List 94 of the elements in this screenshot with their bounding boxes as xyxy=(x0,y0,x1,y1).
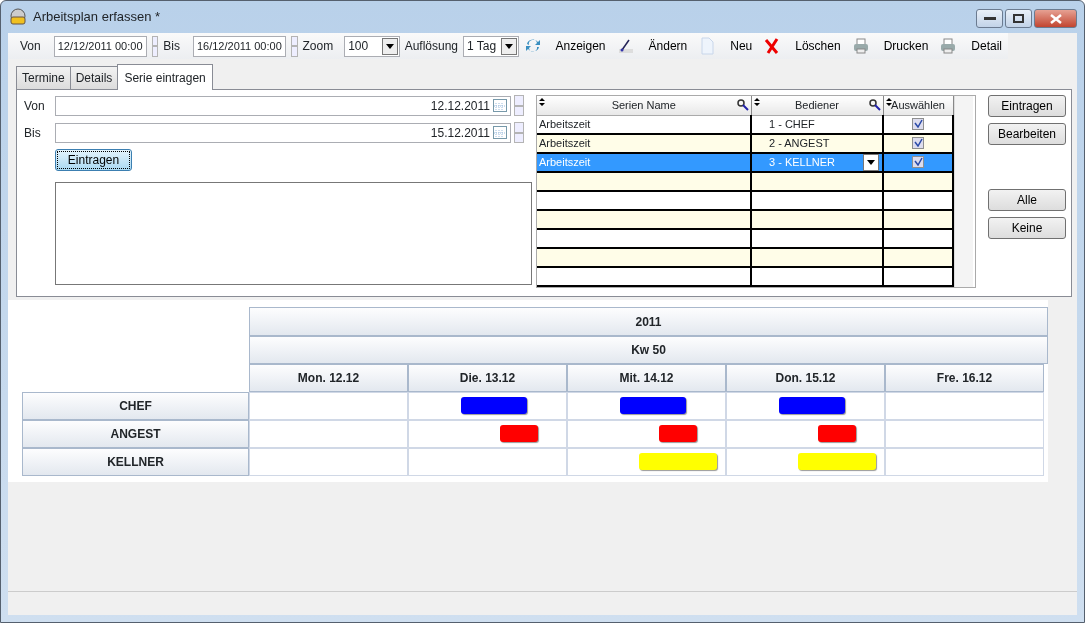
spin-button[interactable] xyxy=(514,122,524,143)
schedule-cell[interactable] xyxy=(726,420,885,448)
maximize-button[interactable] xyxy=(1005,9,1032,28)
window-title: Arbeitsplan erfassen * xyxy=(33,8,161,27)
field-label: Von xyxy=(24,97,46,115)
header-cell: 2011 xyxy=(249,307,1048,336)
toolbar-button[interactable]: Ändern xyxy=(616,37,694,55)
date-value: 12.12.2011 xyxy=(430,97,490,115)
row-header: KELLNER xyxy=(22,448,249,476)
toolbar-button[interactable]: Drucken xyxy=(851,37,935,55)
table-cell-text: 2 - ANGEST xyxy=(769,136,830,152)
header-cell: Mon. 12.12 xyxy=(249,364,408,392)
close-button[interactable] xyxy=(1034,9,1077,28)
document-icon xyxy=(698,37,717,55)
printer-icon xyxy=(939,37,958,55)
field-label: Zoom xyxy=(302,38,334,55)
side-button[interactable]: Bearbeiten xyxy=(988,123,1066,145)
checkbox[interactable] xyxy=(912,136,924,149)
submit-button[interactable]: Eintragen xyxy=(55,149,132,171)
column-header[interactable]: Bediener xyxy=(751,96,883,115)
schedule-cell[interactable] xyxy=(249,420,408,448)
header-cell: Die. 13.12 xyxy=(408,364,567,392)
table-row[interactable]: Arbeitszeit 2 - ANGEST xyxy=(537,134,953,153)
date-field[interactable]: 15.12.2011 xyxy=(55,122,511,143)
sort-icon[interactable] xyxy=(753,98,760,106)
zoom-combobox[interactable]: 100 xyxy=(344,35,400,57)
tab[interactable]: Termine xyxy=(16,66,71,89)
spin-button[interactable] xyxy=(290,35,298,57)
schedule-cell[interactable] xyxy=(885,392,1044,420)
vertical-scrollbar[interactable] xyxy=(954,96,973,287)
column-header[interactable]: Auswählen xyxy=(883,96,953,115)
schedule-cell[interactable] xyxy=(885,448,1044,476)
spin-button[interactable] xyxy=(514,95,524,116)
minimize-icon xyxy=(983,16,996,21)
schedule-cell[interactable] xyxy=(249,392,408,420)
row-header: ANGEST xyxy=(22,420,249,448)
column-header[interactable]: Serien Name xyxy=(537,96,751,115)
sort-icon[interactable] xyxy=(539,98,545,106)
maximize-icon xyxy=(1013,14,1024,23)
schedule-cell[interactable] xyxy=(408,448,567,476)
tab[interactable]: Serie eintragen xyxy=(117,64,213,90)
side-button[interactable]: Keine xyxy=(988,217,1066,239)
schedule-cell[interactable] xyxy=(885,420,1044,448)
schedule-cell[interactable] xyxy=(567,448,726,476)
resolution-combobox[interactable]: 1 Tag xyxy=(463,35,519,57)
toolbar-button[interactable]: Anzeigen xyxy=(523,37,612,55)
field-label: Bis xyxy=(24,124,42,142)
schedule-cell[interactable] xyxy=(726,448,885,476)
table-cell-text: 1 - CHEF xyxy=(769,117,815,132)
field-label: Bis xyxy=(163,38,180,55)
field-label: Auflösung xyxy=(404,38,459,55)
resolution-value: 1 Tag xyxy=(467,38,497,55)
row-header: CHEF xyxy=(22,392,249,420)
calendar-icon[interactable] xyxy=(493,99,507,112)
calendar-icon[interactable] xyxy=(493,126,507,139)
side-button[interactable]: Eintragen xyxy=(988,95,1066,117)
schedule-cell[interactable] xyxy=(408,392,567,420)
date-field[interactable]: 12/12/2011 00:00 xyxy=(53,35,147,57)
checkbox[interactable] xyxy=(912,117,924,130)
toolbar-button[interactable]: Löschen xyxy=(763,37,847,55)
search-icon[interactable] xyxy=(736,99,749,111)
column-title: Auswählen xyxy=(891,99,945,111)
refresh-icon xyxy=(523,37,542,55)
app-logo-icon xyxy=(9,8,27,26)
printer-icon xyxy=(851,37,870,55)
spin-button[interactable] xyxy=(151,35,159,57)
edit-icon xyxy=(616,37,635,55)
header-cell: Mit. 14.12 xyxy=(567,364,726,392)
text-area[interactable] xyxy=(55,182,532,285)
schedule-cell[interactable] xyxy=(567,392,726,420)
side-button[interactable]: Alle xyxy=(988,189,1066,211)
schedule-cell[interactable] xyxy=(726,392,885,420)
zoom-value: 100 xyxy=(348,38,369,55)
minimize-button[interactable] xyxy=(976,9,1003,28)
column-title: Serien Name xyxy=(611,99,676,111)
header-cell: Don. 15.12 xyxy=(726,364,885,392)
table-cell-text: 3 - KELLNER xyxy=(769,155,836,171)
tab[interactable]: Details xyxy=(69,66,119,89)
search-icon[interactable] xyxy=(868,99,881,111)
sort-icon[interactable] xyxy=(885,98,892,106)
date-field[interactable]: 12.12.2011 xyxy=(55,95,511,116)
schedule-cell[interactable] xyxy=(567,420,726,448)
close-icon xyxy=(1049,13,1062,24)
header-cell: Kw 50 xyxy=(249,336,1048,364)
toolbar-button[interactable]: Neu xyxy=(698,37,759,55)
date-field[interactable]: 16/12/2011 00:00 xyxy=(192,35,286,57)
date-value: 15.12.2011 xyxy=(430,124,490,142)
checkbox[interactable] xyxy=(912,155,924,168)
column-title: Bediener xyxy=(794,99,839,111)
schedule-cell[interactable] xyxy=(249,448,408,476)
field-label: Von xyxy=(20,38,41,55)
header-cell: Fre. 16.12 xyxy=(885,364,1044,392)
schedule-cell[interactable] xyxy=(408,420,567,448)
toolbar-button[interactable]: Detail xyxy=(939,37,1008,55)
